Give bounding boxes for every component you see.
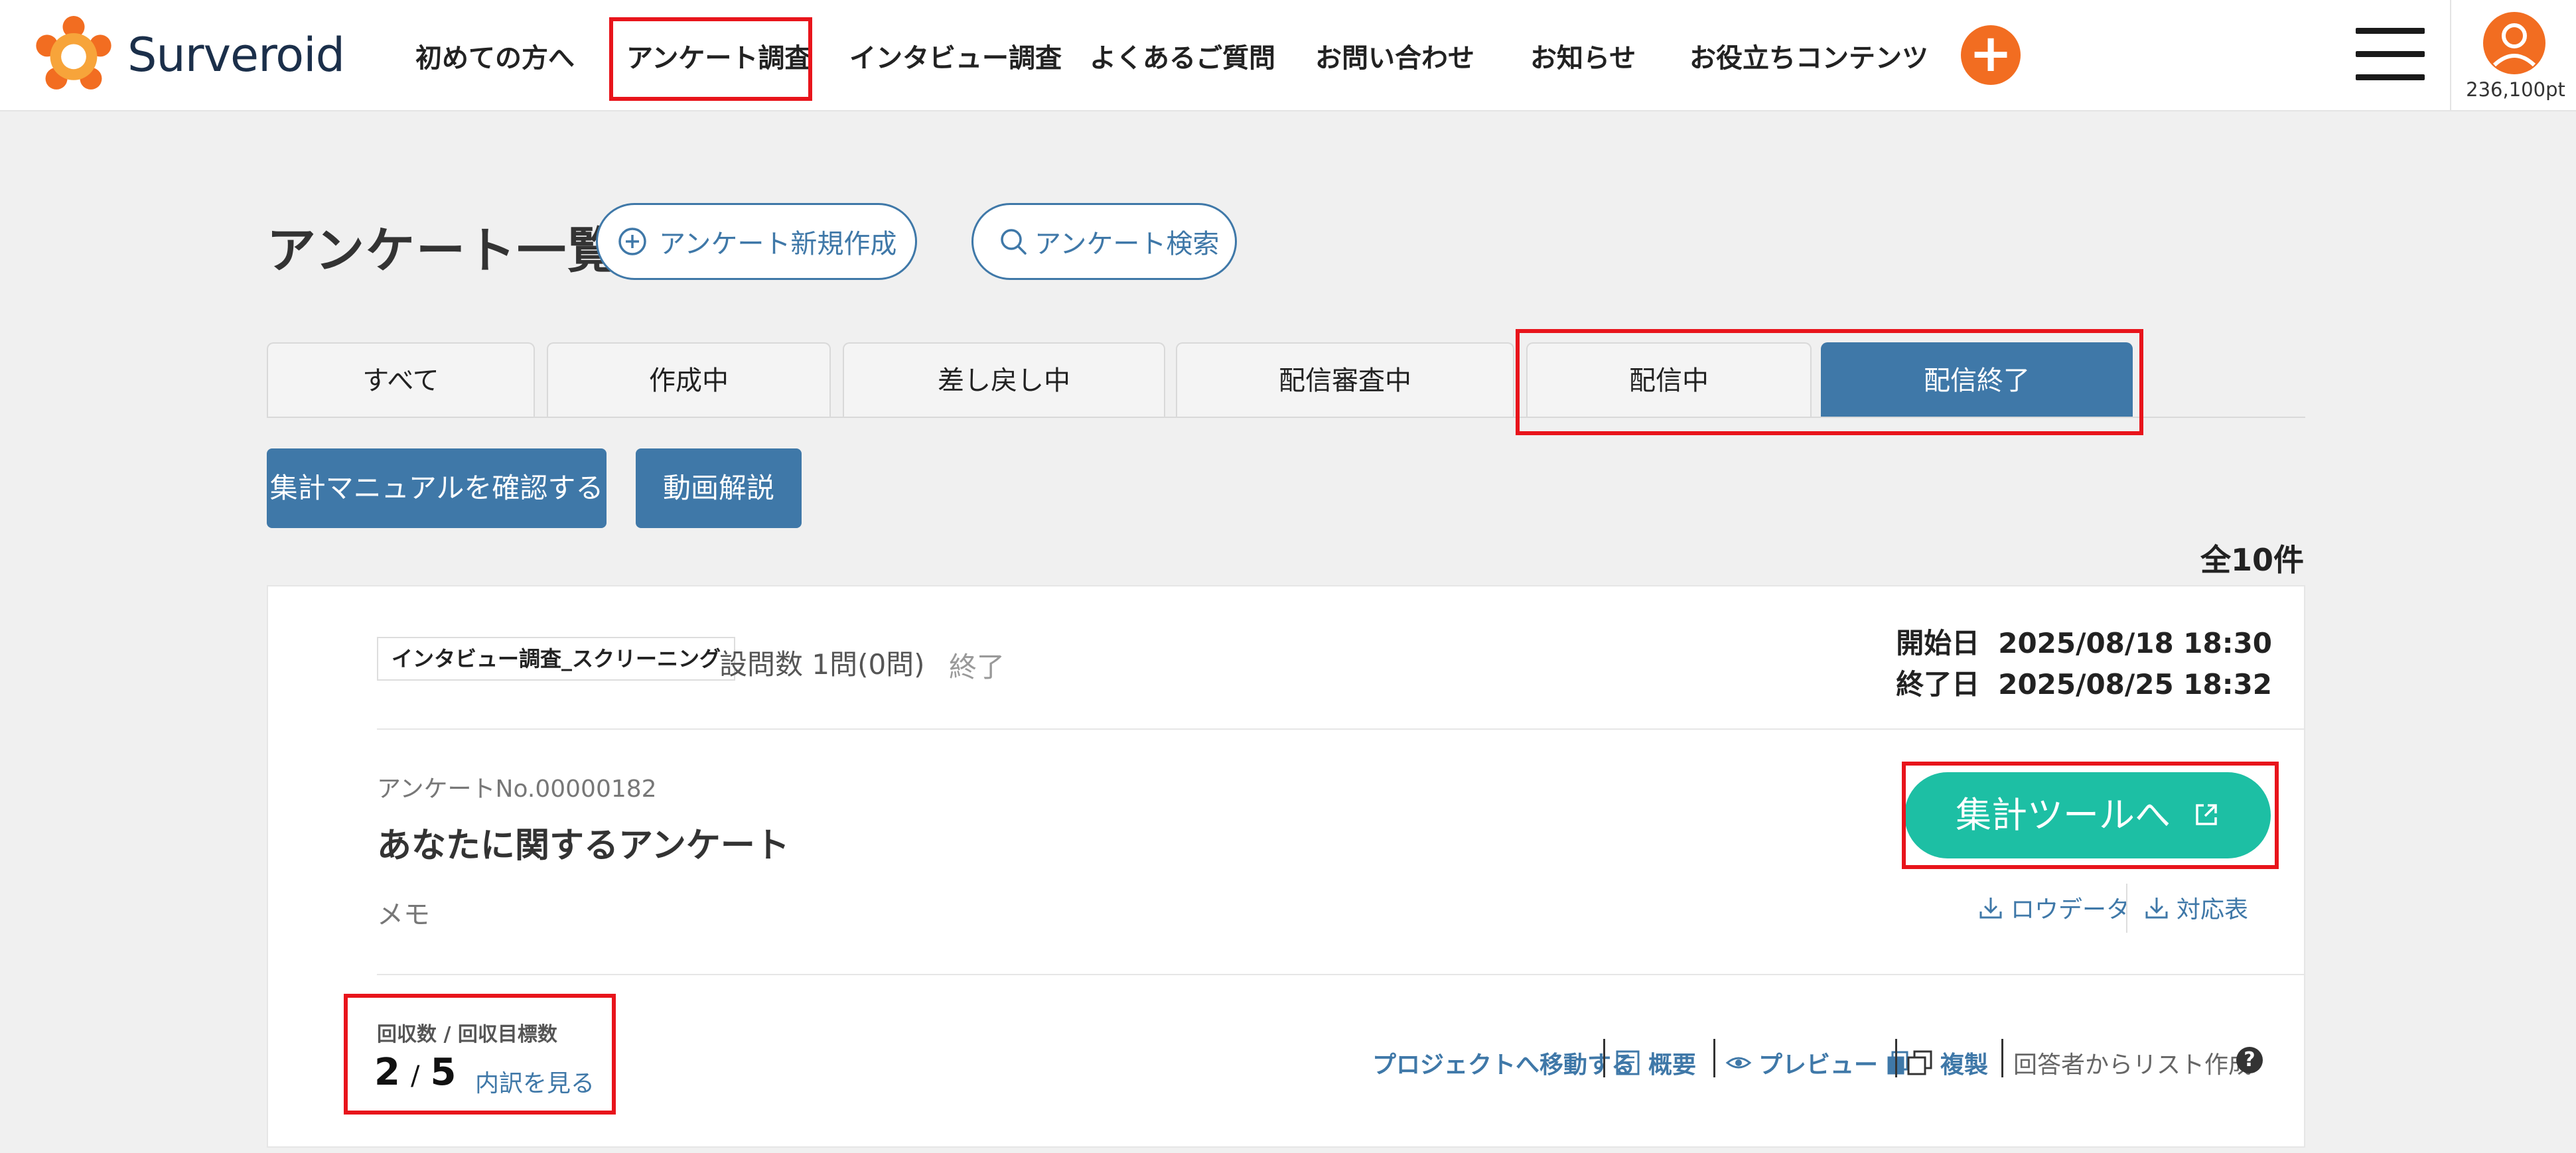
search-icon — [1001, 229, 1027, 255]
card-divider — [377, 728, 2305, 730]
new-survey-label: アンケート新規作成 — [659, 229, 897, 259]
surveroid-logo-icon — [36, 16, 111, 90]
total-count: 全10件 — [2200, 542, 2304, 578]
new-survey-button[interactable]: アンケート新規作成 — [596, 203, 917, 280]
video-guide-button[interactable]: 動画解説 — [636, 448, 802, 528]
nav-contact[interactable]: お問い合わせ — [1315, 36, 1474, 75]
logo-text: Surveroid — [127, 28, 345, 82]
status-label: 終了 — [949, 651, 1005, 683]
aggregation-tool-highlight — [1902, 762, 2279, 869]
aggregation-manual-button[interactable]: 集計マニュアルを確認する — [267, 448, 607, 528]
hamburger-menu-icon[interactable] — [2356, 28, 2425, 81]
nav-first-time[interactable]: 初めての方へ — [415, 36, 575, 75]
survey-card: インタビュー調査_スクリーニング 設問数 1問(0問) 終了 開始日 2025/0… — [267, 585, 2305, 1148]
help-icon[interactable]: ? — [2236, 1047, 2263, 1073]
tab-under-review[interactable]: 配信審査中 — [1176, 342, 1514, 418]
tab-returned[interactable]: 差し戻し中 — [843, 342, 1165, 418]
plus-circle-icon — [618, 228, 646, 255]
end-date-row: 終了日 2025/08/25 18:32 — [1896, 662, 2272, 703]
question-count: 設問数 1問(0問) — [719, 648, 925, 681]
start-date-label: 開始日 — [1896, 627, 1980, 659]
mapping-table-label: 対応表 — [2177, 896, 2249, 923]
start-date-value: 2025/08/18 18:30 — [1998, 627, 2272, 659]
tab-highlight — [1516, 329, 2143, 435]
eye-icon — [1725, 1057, 1752, 1069]
raw-data-download-link[interactable]: ロウデータ — [1977, 890, 2130, 925]
search-survey-label: アンケート検索 — [1035, 229, 1220, 259]
logo[interactable]: Surveroid — [35, 16, 345, 94]
responses-highlight — [344, 994, 616, 1115]
document-icon — [1616, 1050, 1640, 1075]
download-icon — [1979, 898, 2002, 919]
duplicate-label: 複製 — [1940, 1051, 1989, 1079]
survey-type-badge: インタビュー調査_スクリーニング — [377, 637, 736, 681]
footer-separator — [1713, 1039, 1715, 1077]
tab-all[interactable]: すべて — [267, 342, 535, 418]
survey-number: アンケートNo.00000182 — [377, 776, 657, 803]
memo-label: メモ — [377, 900, 430, 930]
duplicate-link[interactable]: 複製 — [1906, 1046, 1988, 1080]
duplicate-icon — [1907, 1050, 1932, 1075]
plus-button[interactable]: + — [1961, 25, 2021, 85]
survey-title: あなたに関するアンケート — [377, 826, 790, 866]
end-date-value: 2025/08/25 18:32 — [1998, 668, 2272, 701]
footer-separator — [2001, 1039, 2003, 1077]
preview-link[interactable]: プレビュー — [1725, 1046, 1910, 1080]
move-to-project-link[interactable]: プロジェクトへ移動する — [1372, 1046, 1635, 1080]
tab-drafting[interactable]: 作成中 — [547, 342, 831, 418]
overview-link[interactable]: 概要 — [1614, 1046, 1696, 1080]
card-divider-footer — [377, 974, 2305, 975]
nav-faq[interactable]: よくあるご質問 — [1090, 36, 1275, 75]
preview-label: プレビュー — [1758, 1051, 1879, 1079]
user-avatar-icon[interactable] — [2483, 12, 2545, 74]
nav-interview[interactable]: インタビュー調査 — [849, 36, 1062, 75]
create-list-from-respondents-link[interactable]: 回答者からリスト作成 — [2013, 1046, 2252, 1080]
nav-news[interactable]: お知らせ — [1530, 36, 1636, 75]
page-title: アンケート一覧 — [267, 222, 618, 279]
overview-label: 概要 — [1648, 1051, 1697, 1079]
raw-data-label: ロウデータ — [2011, 896, 2131, 923]
nav-useful-contents[interactable]: お役立ちコンテンツ — [1689, 36, 1928, 75]
end-date-label: 終了日 — [1896, 668, 1980, 701]
points-balance: 236,100pt — [2466, 78, 2565, 101]
footer-separator — [1603, 1039, 1605, 1077]
header-divider — [2450, 0, 2451, 111]
start-date-row: 開始日 2025/08/18 18:30 — [1896, 621, 2272, 661]
search-survey-button[interactable]: アンケート検索 — [971, 203, 1237, 280]
footer-separator — [1895, 1039, 1897, 1077]
download-icon — [2145, 898, 2168, 919]
top-header: Surveroid 初めての方へ アンケート調査 インタビュー調査 よくあるご質… — [0, 0, 2576, 111]
nav-survey-highlight — [609, 17, 812, 101]
download-separator — [2126, 884, 2127, 933]
mapping-table-download-link[interactable]: 対応表 — [2143, 890, 2248, 925]
